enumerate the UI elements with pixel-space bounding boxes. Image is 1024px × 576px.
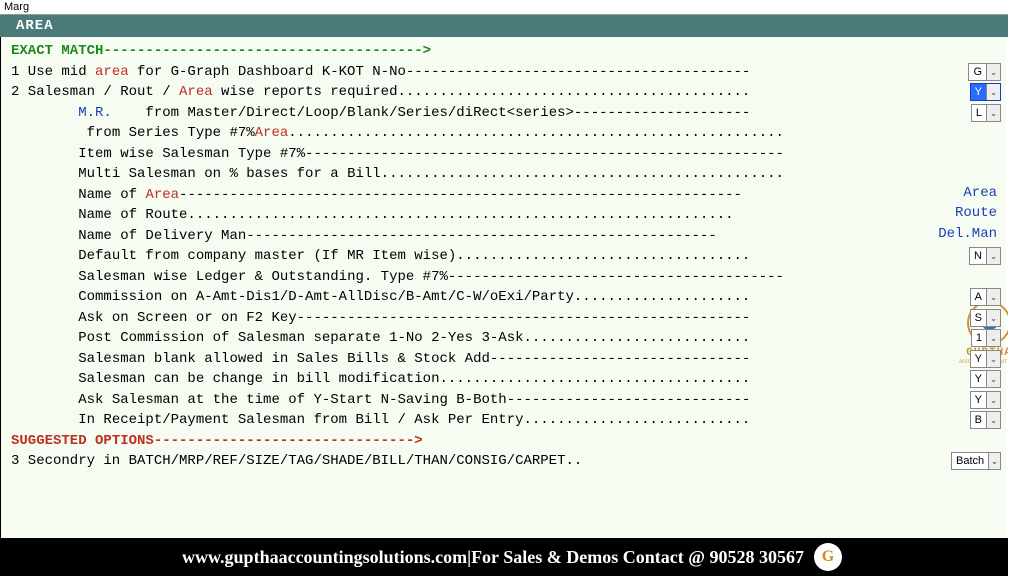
select-value: 1 xyxy=(972,332,986,344)
chevron-down-icon: ⌄ xyxy=(988,453,1000,469)
setting-row: 2 Salesman / Rout / Area wise reports re… xyxy=(11,82,1013,103)
option-select[interactable]: N⌄ xyxy=(969,247,1001,265)
chevron-down-icon: ⌄ xyxy=(986,310,1000,326)
chevron-down-icon: ⌄ xyxy=(986,64,1000,80)
setting-row: M.R. from Master/Direct/Loop/Blank/Serie… xyxy=(11,103,1013,124)
chevron-down-icon: ⌄ xyxy=(986,330,1000,346)
option-select[interactable]: Y⌄ xyxy=(970,391,1001,409)
option-select[interactable]: 1⌄ xyxy=(971,329,1001,347)
setting-row: Salesman can be change in bill modificat… xyxy=(11,369,1013,390)
option-select[interactable]: A⌄ xyxy=(970,288,1001,306)
setting-row: Salesman blank allowed in Sales Bills & … xyxy=(11,349,1013,370)
setting-row: Name of Route...........................… xyxy=(11,205,1013,226)
setting-row: Salesman wise Ledger & Outstanding. Type… xyxy=(11,267,1013,288)
right-strip xyxy=(1008,0,1024,576)
setting-row: Multi Salesman on % bases for a Bill....… xyxy=(11,164,1013,185)
select-value: B xyxy=(971,414,986,426)
chevron-down-icon: ⌄ xyxy=(986,105,1000,121)
setting-row: Ask Salesman at the time of Y-Start N-Sa… xyxy=(11,390,1013,411)
setting-row: Default from company master (If MR Item … xyxy=(11,246,1013,267)
field-value: Route xyxy=(955,205,997,221)
select-value: Y xyxy=(971,353,986,365)
option-select[interactable]: Y⌄ xyxy=(970,350,1001,368)
footer-logo-icon: G xyxy=(814,543,842,571)
select-value: Y xyxy=(971,394,986,406)
chevron-down-icon: ⌄ xyxy=(986,351,1000,367)
chevron-down-icon: ⌄ xyxy=(986,84,1000,100)
setting-row: In Receipt/Payment Salesman from Bill / … xyxy=(11,410,1013,431)
select-value: S xyxy=(971,312,986,324)
window-title: Marg xyxy=(0,0,1024,15)
setting-row: Post Commission of Salesman separate 1-N… xyxy=(11,328,1013,349)
chevron-down-icon: ⌄ xyxy=(986,392,1000,408)
select-value: G xyxy=(969,66,986,78)
option-select[interactable]: Batch⌄ xyxy=(951,452,1001,470)
footer-bar: www.gupthaaccountingsolutions.com | For … xyxy=(0,538,1024,576)
settings-panel: EXACT MATCH-----------------------------… xyxy=(0,37,1024,556)
option-select[interactable]: B⌄ xyxy=(970,411,1001,429)
option-select[interactable]: G⌄ xyxy=(968,63,1001,81)
select-value: L xyxy=(972,107,986,119)
chevron-down-icon: ⌄ xyxy=(986,412,1000,428)
setting-row: 1 Use mid area for G-Graph Dashboard K-K… xyxy=(11,62,1013,83)
setting-row: 3 Secondry in BATCH/MRP/REF/SIZE/TAG/SHA… xyxy=(11,451,1013,472)
option-select[interactable]: L⌄ xyxy=(971,104,1001,122)
option-select[interactable]: S⌄ xyxy=(970,309,1001,327)
select-value: Batch xyxy=(952,455,988,467)
setting-row: Item wise Salesman Type #7%-------------… xyxy=(11,144,1013,165)
select-value: N xyxy=(970,250,986,262)
setting-row: from Series Type #7%Area................… xyxy=(11,123,1013,144)
setting-row: Name of Delivery Man--------------------… xyxy=(11,226,1013,247)
setting-row: Name of Area----------------------------… xyxy=(11,185,1013,206)
chevron-down-icon: ⌄ xyxy=(986,289,1000,305)
footer-site: www.gupthaaccountingsolutions.com xyxy=(182,547,467,568)
chevron-down-icon: ⌄ xyxy=(986,371,1000,387)
select-value: A xyxy=(971,291,986,303)
select-value: Y xyxy=(971,86,986,98)
field-value: Area xyxy=(963,185,997,201)
chevron-down-icon: ⌄ xyxy=(986,248,1000,264)
setting-row: Ask on Screen or on F2 Key--------------… xyxy=(11,308,1013,329)
section-exact-match: EXACT MATCH-----------------------------… xyxy=(11,41,1013,62)
footer-contact: For Sales & Demos Contact @ 90528 30567 xyxy=(471,547,804,568)
field-value: Del.Man xyxy=(938,226,997,242)
section-suggested: SUGGESTED OPTIONS-----------------------… xyxy=(11,431,1013,452)
select-value: Y xyxy=(971,373,986,385)
option-select[interactable]: Y⌄ xyxy=(970,370,1001,388)
option-select[interactable]: Y⌄ xyxy=(970,83,1001,101)
setting-row: Commission on A-Amt-Dis1/D-Amt-AllDisc/B… xyxy=(11,287,1013,308)
page-header: AREA xyxy=(0,15,1024,37)
